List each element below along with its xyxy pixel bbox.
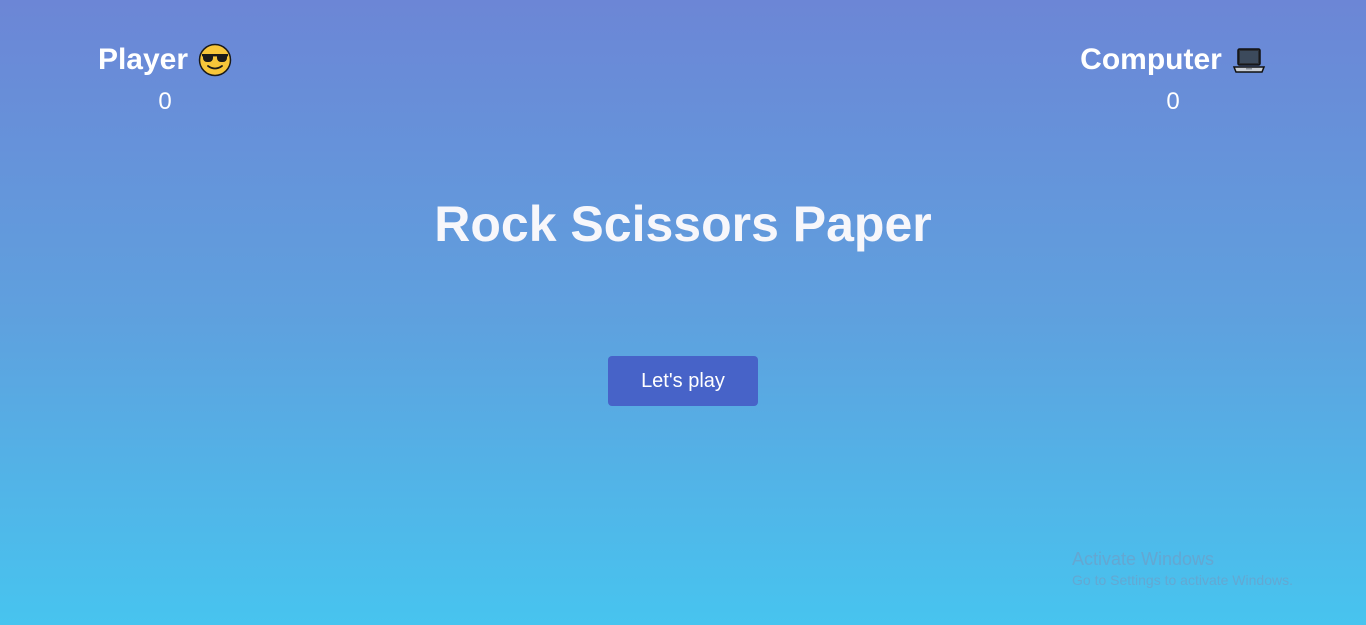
sunglasses-face-icon (198, 43, 232, 77)
computer-label: Computer (1080, 43, 1222, 76)
watermark-subtitle: Go to Settings to activate Windows. (1072, 572, 1293, 588)
player-score-panel: Player 0 (35, 40, 295, 116)
watermark-title: Activate Windows (1072, 549, 1215, 569)
player-heading: Player (98, 40, 232, 80)
activate-windows-watermark: Activate Windows Go to Settings to activ… (1072, 548, 1293, 590)
lets-play-button[interactable]: Let's play (608, 356, 758, 406)
player-label: Player (97, 43, 189, 76)
game-title: Rock Scissors Paper (434, 196, 932, 252)
player-score: 0 (158, 88, 172, 115)
laptop-icon (1232, 43, 1266, 77)
computer-score-panel: Computer 0 (1043, 40, 1303, 116)
computer-heading: Computer (1080, 40, 1266, 80)
computer-score: 0 (1166, 88, 1180, 115)
